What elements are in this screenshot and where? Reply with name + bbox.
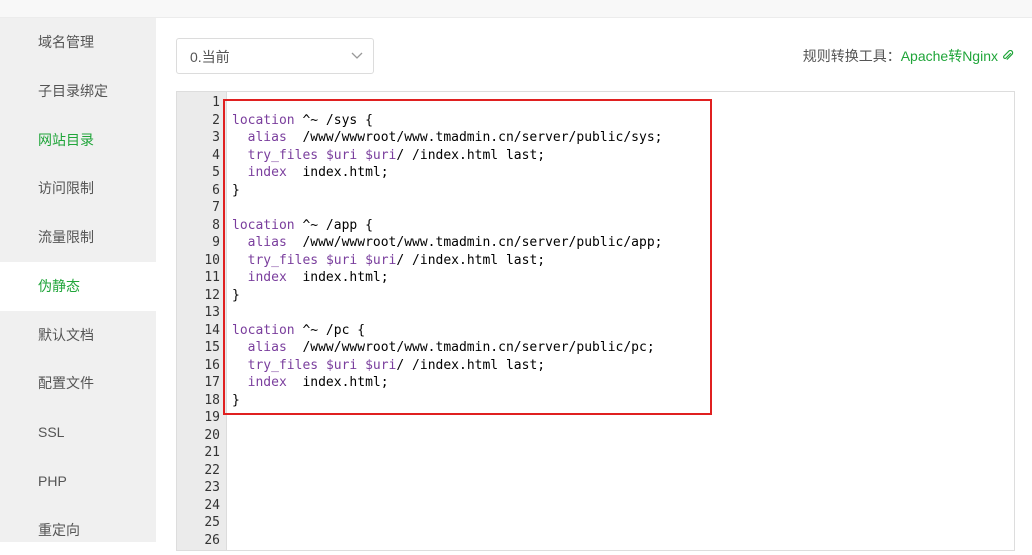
code-line: location ^~ /pc { [232,322,366,338]
line-number: 9 [212,235,220,250]
line-number: 22 [204,462,220,478]
line-number: 15 [204,340,220,355]
code-line: } [232,392,240,408]
apache-to-nginx-link[interactable]: Apache转Nginx [901,48,998,64]
paperclip-icon[interactable] [1002,50,1014,62]
top-bar [0,0,1032,18]
sidebar-item-domain-management[interactable]: 域名管理 [0,18,156,67]
line-number: 11 [204,270,220,285]
sidebar-item-redirect[interactable]: 重定向 [0,506,156,555]
sidebar-item-label: 配置文件 [38,375,94,391]
sidebar-item-label: 默认文档 [38,327,94,343]
rewrite-template-select[interactable]: 0.当前 [176,38,374,74]
line-number: 6 [212,182,220,198]
code-line: alias /www/wwwroot/www.tmadmin.cn/server… [247,235,663,250]
code-line: alias /www/wwwroot/www.tmadmin.cn/server… [247,130,663,145]
sidebar-item-label: 子目录绑定 [38,83,108,99]
sidebar-item-label: 域名管理 [38,34,94,50]
line-number: 5 [212,165,220,180]
sidebar-item-ssl[interactable]: SSL [0,408,156,457]
code-line: location ^~ /sys { [232,112,373,128]
code-line: try_files $uri $uri/ /index.html last; [247,252,546,268]
code-line: try_files $uri $uri/ /index.html last; [247,147,546,163]
code-line: index index.html; [247,165,389,180]
code-line: } [232,287,240,303]
sidebar-item-default-document[interactable]: 默认文档 [0,311,156,360]
line-number: 13 [204,305,220,320]
line-number: 10 [204,252,220,268]
code-line: index index.html; [247,270,389,285]
line-number: 2 [212,112,220,128]
code-line: index index.html; [247,375,389,390]
sidebar-item-label: PHP [38,473,67,489]
line-number-gutter: 1 2 3 4 5 6 7 8 9 10 11 12 13 14 15 16 17 18 19 20 21 22 23 24 2… [177,92,227,550]
sidebar-item-label: SSL [38,424,65,440]
sidebar: 域名管理 子目录绑定 网站目录 访问限制 流量限制 伪静态 默认文档 配置文件 … [0,18,156,542]
line-number: 17 [204,375,220,390]
sidebar-item-rewrite[interactable]: 伪静态 [0,262,156,311]
line-number: 21 [204,445,220,460]
sidebar-item-traffic-limit[interactable]: 流量限制 [0,213,156,262]
sidebar-item-subdirectory-binding[interactable]: 子目录绑定 [0,67,156,116]
sidebar-item-label: 访问限制 [38,180,94,196]
code-line: location ^~ /app { [232,217,373,233]
line-number: 20 [204,427,220,443]
line-number: 16 [204,357,220,373]
line-number: 8 [212,217,220,233]
code-area[interactable]: location ^~ /sys { alias /www/wwwroot/ww… [227,92,1014,550]
line-number: 12 [204,287,220,303]
line-number: 25 [204,515,220,530]
sidebar-item-label: 伪静态 [38,278,80,294]
select-value: 0.当前 [190,49,230,65]
code-editor[interactable]: 1 2 3 4 5 6 7 8 9 10 11 12 13 14 15 16 17 18 19 20 21 22 23 24 2… [176,91,1015,551]
sidebar-item-label: 流量限制 [38,229,94,245]
code-line: } [232,182,240,198]
line-number: 1 [212,95,220,110]
chevron-down-icon [351,52,363,59]
sidebar-item-label: 重定向 [38,522,80,538]
line-number: 24 [204,497,220,513]
sidebar-item-site-directory[interactable]: 网站目录 [0,116,156,165]
line-number: 23 [204,480,220,495]
line-number: 4 [212,147,220,163]
code-line: try_files $uri $uri/ /index.html last; [247,357,546,373]
line-number: 14 [204,322,220,338]
sidebar-item-access-restriction[interactable]: 访问限制 [0,164,156,213]
line-number: 3 [212,130,220,145]
code-line: alias /www/wwwroot/www.tmadmin.cn/server… [247,340,655,355]
line-number: 18 [204,392,220,408]
main-panel: 0.当前 规则转换工具：Apache转Nginx 1 2 3 4 5 6 7 8 9 10 11 12… [156,18,1032,551]
sidebar-item-php[interactable]: PHP [0,457,156,506]
line-number: 26 [204,532,220,548]
rule-conversion-label: 规则转换工具： [802,48,901,64]
sidebar-item-config-file[interactable]: 配置文件 [0,359,156,408]
line-number: 19 [204,410,220,425]
rule-conversion-tool: 规则转换工具：Apache转Nginx [803,46,1014,66]
line-number: 7 [212,200,220,215]
sidebar-item-label: 网站目录 [38,132,94,148]
